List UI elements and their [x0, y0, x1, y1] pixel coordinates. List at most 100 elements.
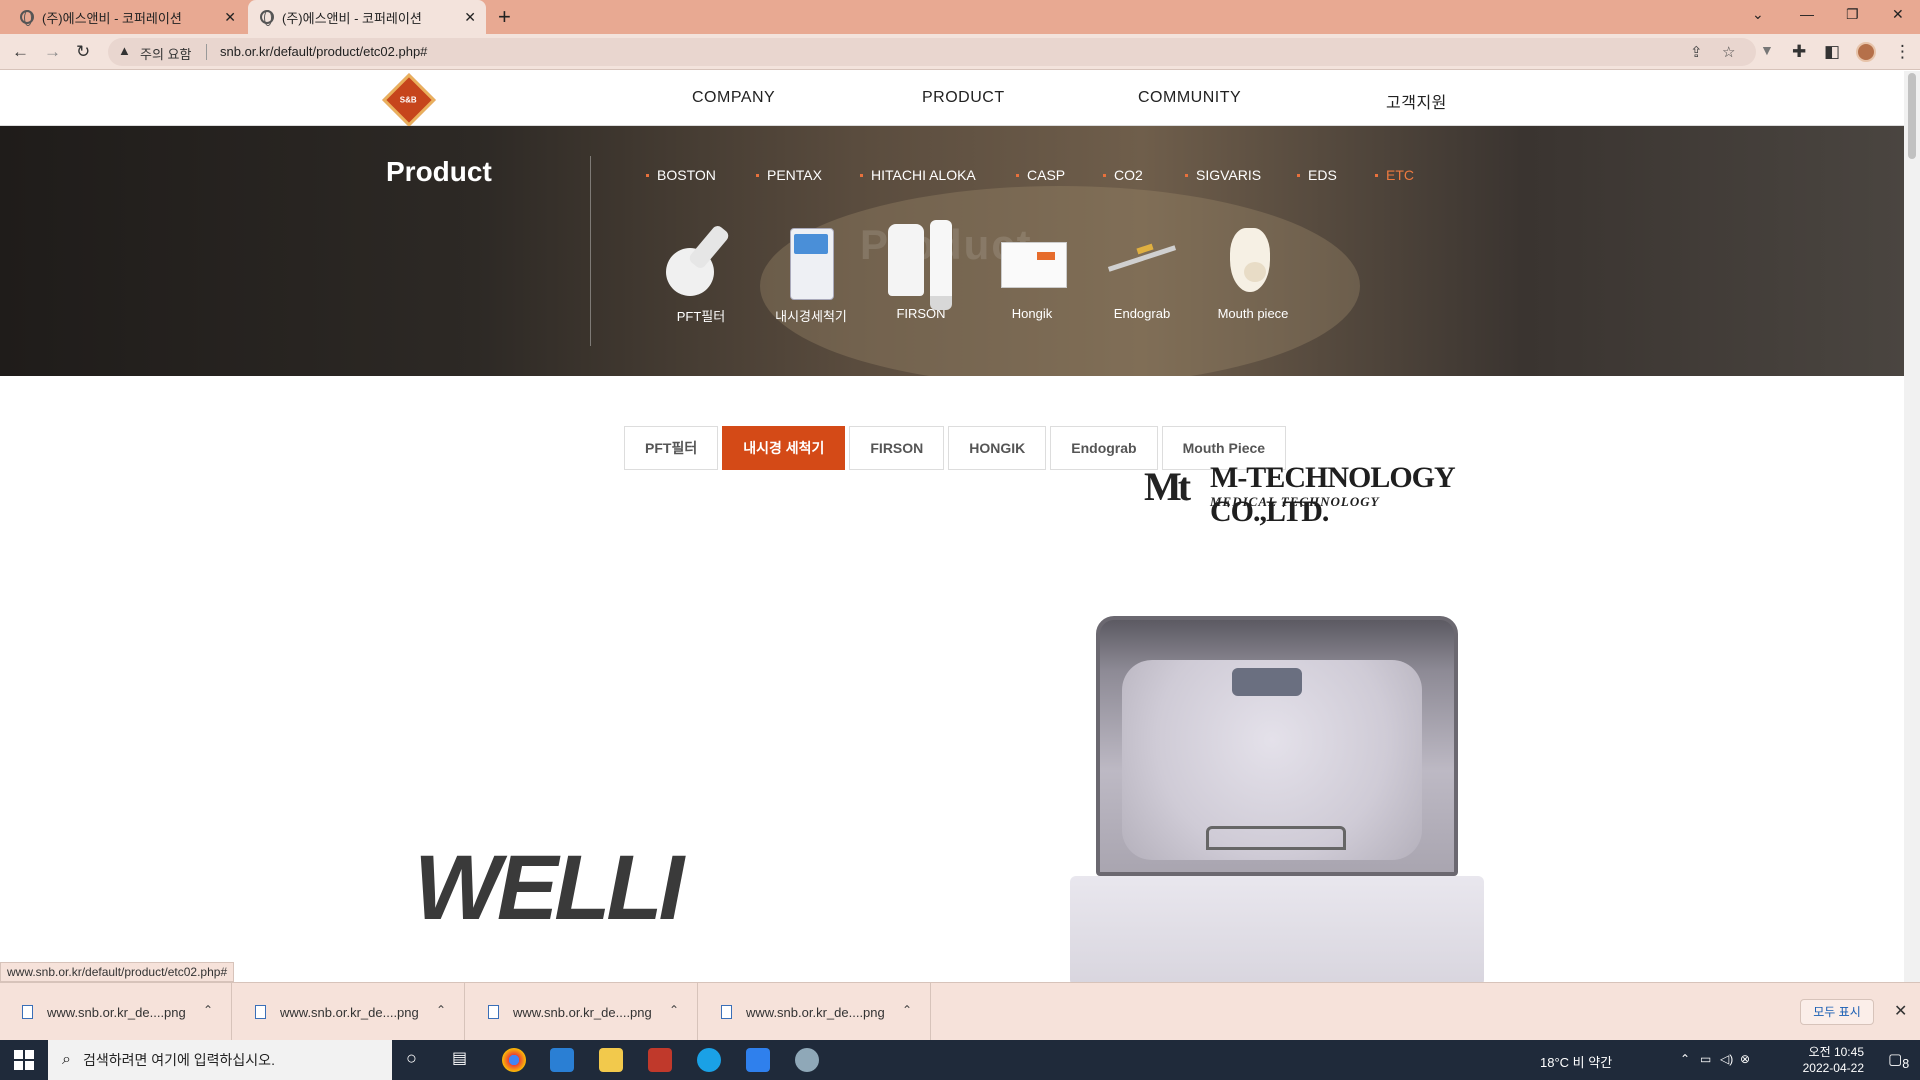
profile-avatar[interactable] — [1856, 42, 1876, 62]
nav-company[interactable]: COMPANY — [692, 89, 775, 107]
hero-product-mouth-piece[interactable]: Mouth piece — [1203, 218, 1303, 321]
reload-icon[interactable]: ↻ — [76, 42, 90, 62]
bullet-icon — [1297, 173, 1300, 177]
tray-chevron-icon[interactable]: ⌃ — [1680, 1052, 1690, 1066]
tab-firson[interactable]: FIRSON — [849, 426, 945, 470]
download-item[interactable]: www.snb.or.kr_de....png ⌃ — [466, 983, 698, 1041]
bullet-icon — [646, 173, 649, 177]
tab-search-icon[interactable]: ⌄ — [1752, 6, 1764, 23]
tab-pft-filter[interactable]: PFT필터 — [624, 426, 719, 470]
close-window-button[interactable]: ✕ — [1892, 6, 1904, 23]
m-technology-subtitle: MEDICAL TECHNOLOGY — [1210, 494, 1380, 509]
paint-icon[interactable] — [795, 1048, 819, 1072]
file-icon — [721, 1005, 732, 1019]
download-item[interactable]: www.snb.or.kr_de....png ⌃ — [699, 983, 931, 1041]
hero-product-label: FIRSON — [896, 306, 946, 321]
url-text[interactable]: snb.or.kr/default/product/etc02.php# — [220, 44, 427, 59]
cortana-icon[interactable]: ○ — [406, 1048, 430, 1072]
chevron-up-icon[interactable]: ⌃ — [203, 1003, 213, 1017]
brand-link-pentax[interactable]: PENTAX — [756, 167, 822, 183]
warning-icon[interactable]: ▲ — [118, 43, 131, 58]
pft-filter-icon — [666, 218, 736, 298]
messenger-icon[interactable] — [697, 1048, 721, 1072]
chevron-up-icon[interactable]: ⌃ — [669, 1003, 679, 1017]
file-icon — [488, 1005, 499, 1019]
network-icon[interactable]: ▭ — [1700, 1052, 1711, 1066]
download-item[interactable]: www.snb.or.kr_de....png ⌃ — [233, 983, 465, 1041]
brand-link-boston[interactable]: BOSTON — [646, 167, 716, 183]
task-view-icon[interactable]: ▤ — [452, 1048, 476, 1072]
endograb-tool-icon — [1107, 218, 1177, 298]
notification-icon[interactable]: ▢8 — [1888, 1050, 1909, 1071]
address-bar[interactable]: ▲ 주의 요함 snb.or.kr/default/product/etc02.… — [108, 38, 1756, 66]
brand-link-etc[interactable]: ETC — [1375, 167, 1414, 183]
taskbar-search-input[interactable]: ⌕ 검색하려면 여기에 입력하십시오. — [48, 1040, 392, 1080]
share-icon[interactable]: ⇪ — [1690, 43, 1703, 61]
browser-tab-active[interactable]: (주)에스앤비 - 코퍼레이션 ✕ — [248, 0, 486, 34]
brand-link-hitachi-aloka[interactable]: HITACHI ALOKA — [860, 167, 976, 183]
globe-icon — [260, 10, 274, 26]
taskbar-clock[interactable]: 오전 10:45 2022-04-22 — [1794, 1044, 1864, 1076]
download-filename: www.snb.or.kr_de....png — [746, 1004, 885, 1020]
hero-product-label: 내시경세척기 — [775, 309, 847, 324]
nav-community[interactable]: COMMUNITY — [1138, 89, 1241, 107]
product-hero-banner: Product Product BOSTON PENTAX HITACHI AL… — [0, 126, 1904, 376]
back-icon[interactable]: ← — [12, 42, 29, 62]
endoscope-washer-icon — [776, 218, 846, 300]
volume-icon[interactable]: ◁) — [1720, 1052, 1733, 1066]
hero-divider — [590, 156, 591, 346]
hero-product-hongik[interactable]: Hongik — [982, 218, 1082, 321]
chevron-up-icon[interactable]: ⌃ — [436, 1003, 446, 1017]
ime-icon[interactable]: ⊗ — [1740, 1052, 1750, 1066]
bullet-icon — [1016, 173, 1019, 177]
forward-icon[interactable]: → — [44, 42, 61, 62]
browser-tab[interactable]: (주)에스앤비 - 코퍼레이션 ✕ — [8, 0, 246, 34]
security-label[interactable]: 주의 요함 — [140, 44, 191, 63]
brand-link-sigvaris[interactable]: SIGVARIS — [1185, 167, 1261, 183]
brand-link-eds[interactable]: EDS — [1297, 167, 1337, 183]
page-scrollbar[interactable] — [1904, 71, 1920, 982]
close-tab-icon[interactable]: ✕ — [224, 9, 236, 26]
web-page: S&B COMPANY PRODUCT COMMUNITY 고객지원 Produ… — [0, 71, 1904, 982]
bullet-icon — [1375, 173, 1378, 177]
brand-link-casp[interactable]: CASP — [1016, 167, 1065, 183]
site-logo[interactable]: S&B — [382, 73, 436, 127]
nav-customer-support[interactable]: 고객지원 — [1386, 89, 1447, 113]
menu-kebab-icon[interactable]: ⋮ — [1894, 42, 1911, 62]
chrome-icon[interactable] — [502, 1048, 526, 1072]
windows-start-icon[interactable] — [14, 1050, 34, 1070]
bookmark-star-icon[interactable]: ☆ — [1722, 43, 1735, 61]
logo-text: S&B — [399, 95, 417, 105]
brand-link-co2[interactable]: CO2 — [1103, 167, 1143, 183]
show-all-downloads-button[interactable]: 모두 표시 — [1800, 999, 1874, 1025]
firson-bottles-icon — [886, 218, 956, 310]
download-filename: www.snb.or.kr_de....png — [47, 1004, 186, 1020]
close-downloads-icon[interactable]: ✕ — [1894, 1001, 1907, 1021]
security-app-icon[interactable] — [648, 1048, 672, 1072]
hero-product-washer[interactable]: 내시경세척기 — [761, 218, 861, 325]
restore-button[interactable]: ❐ — [1846, 6, 1859, 23]
chevron-up-icon[interactable]: ⌃ — [902, 1003, 912, 1017]
tab-endograb[interactable]: Endograb — [1050, 426, 1158, 470]
vscode-icon[interactable] — [550, 1048, 574, 1072]
extension-v-icon[interactable]: ▼ — [1760, 42, 1774, 58]
hero-product-pft[interactable]: PFT필터 — [651, 218, 751, 325]
nav-product[interactable]: PRODUCT — [922, 89, 1005, 107]
file-explorer-icon[interactable] — [599, 1048, 623, 1072]
hero-product-firson[interactable]: FIRSON — [871, 218, 971, 321]
tab-hongik[interactable]: HONGIK — [948, 426, 1047, 470]
extensions-puzzle-icon[interactable]: ✚ — [1792, 42, 1806, 62]
photos-icon[interactable] — [746, 1048, 770, 1072]
tab-title: (주)에스앤비 - 코퍼레이션 — [42, 10, 182, 26]
hero-product-endograb[interactable]: Endograb — [1092, 218, 1192, 321]
close-tab-icon[interactable]: ✕ — [464, 9, 476, 26]
scrollbar-thumb[interactable] — [1908, 73, 1916, 159]
download-item[interactable]: www.snb.or.kr_de....png ⌃ — [0, 983, 232, 1041]
brand-label: HITACHI ALOKA — [871, 167, 976, 183]
side-panel-icon[interactable]: ◧ — [1824, 42, 1840, 62]
new-tab-button[interactable]: + — [498, 4, 511, 30]
minimize-button[interactable]: — — [1800, 6, 1814, 22]
tab-endoscope-washer[interactable]: 내시경 세척기 — [722, 426, 846, 470]
weather-widget[interactable]: 18°C 비 약간 — [1540, 1052, 1612, 1071]
hero-product-label: Endograb — [1113, 306, 1171, 321]
